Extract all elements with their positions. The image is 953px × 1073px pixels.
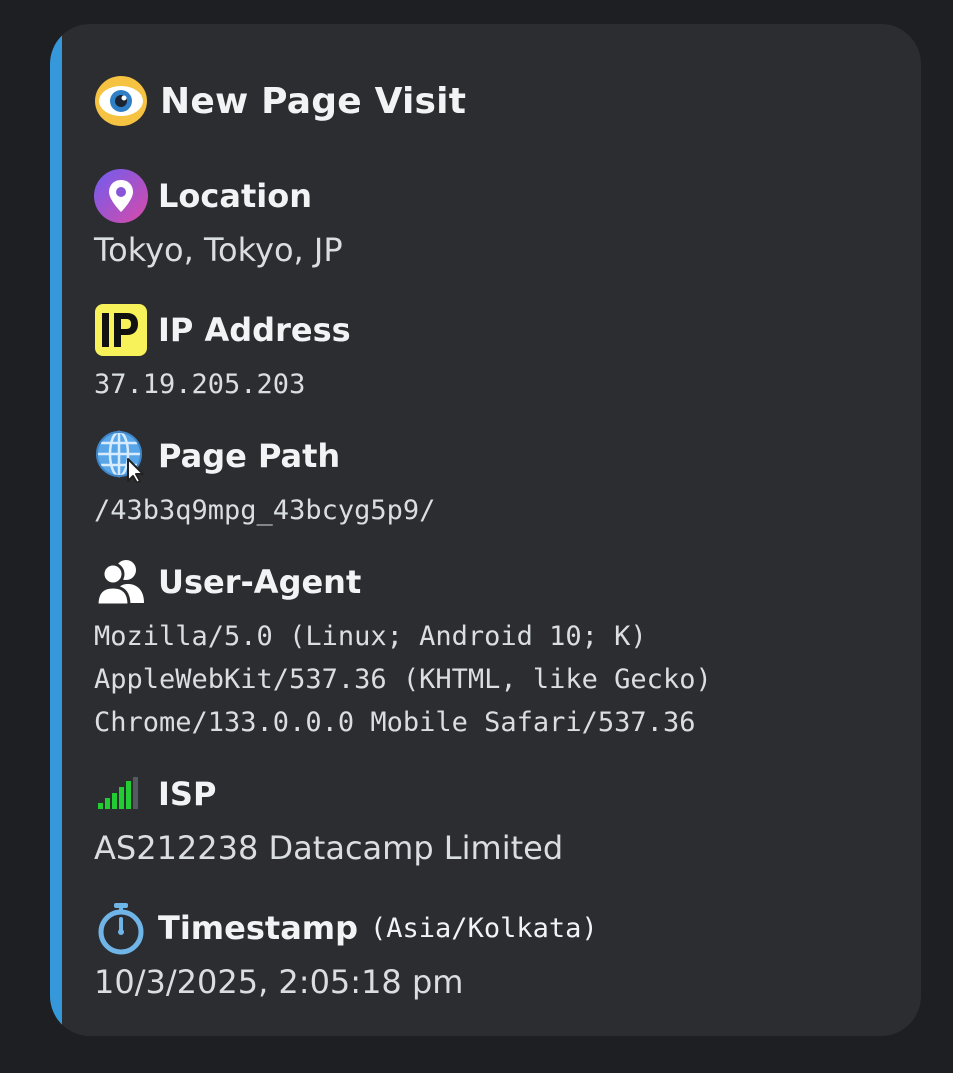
field-location-value: Tokyo, Tokyo, JP: [94, 231, 343, 269]
field-timestamp-name: Timestamp: [158, 909, 359, 947]
embed-accent-bar: [50, 24, 62, 1036]
field-isp: ISP AS212238 Datacamp Limited: [94, 767, 563, 867]
eye-icon: [94, 74, 148, 128]
field-location: Location Tokyo, Tokyo, JP: [94, 169, 343, 269]
embed-title: New Page Visit: [94, 74, 466, 128]
ip-icon: [94, 303, 148, 357]
user-agent-line: Mozilla/5.0 (Linux; Android 10; K): [94, 621, 647, 652]
field-isp-name: ISP: [158, 775, 217, 813]
field-timestamp: Timestamp (Asia/Kolkata) 10/3/2025, 2:05…: [94, 901, 598, 1001]
signal-bars-icon: [94, 767, 148, 821]
field-page-path-name: Page Path: [158, 437, 341, 475]
location-pin-icon: [94, 169, 148, 223]
field-user-agent: User-Agent Mozilla/5.0 (Linux; Android 1…: [94, 555, 712, 744]
field-user-agent-name: User-Agent: [158, 563, 362, 601]
field-ip-value: 37.19.205.203: [94, 369, 306, 400]
field-timestamp-value: 10/3/2025, 2:05:18 pm: [94, 963, 464, 1001]
user-agent-line: AppleWebKit/537.36 (KHTML, like Gecko): [94, 664, 712, 695]
field-timestamp-timezone: (Asia/Kolkata): [370, 912, 598, 944]
globe-cursor-icon: [94, 429, 148, 483]
field-page-path-value: /43b3q9mpg_43bcyg5p9/: [94, 495, 436, 526]
field-location-name: Location: [158, 177, 312, 215]
field-isp-value: AS212238 Datacamp Limited: [94, 829, 564, 867]
user-agent-line: Chrome/133.0.0.0 Mobile Safari/537.36: [94, 707, 696, 738]
field-ip: IP Address 37.19.205.203: [94, 303, 351, 406]
field-ip-name: IP Address: [158, 311, 351, 349]
embed-card: New Page Visit Location Tokyo, Tokyo, JP…: [50, 24, 921, 1036]
embed-title-text: New Page Visit: [160, 80, 467, 122]
users-icon: [94, 555, 148, 609]
field-user-agent-value: Mozilla/5.0 (Linux; Android 10; K) Apple…: [94, 615, 712, 744]
field-page-path: Page Path /43b3q9mpg_43bcyg5p9/: [94, 429, 435, 532]
stopwatch-icon: [94, 901, 148, 955]
